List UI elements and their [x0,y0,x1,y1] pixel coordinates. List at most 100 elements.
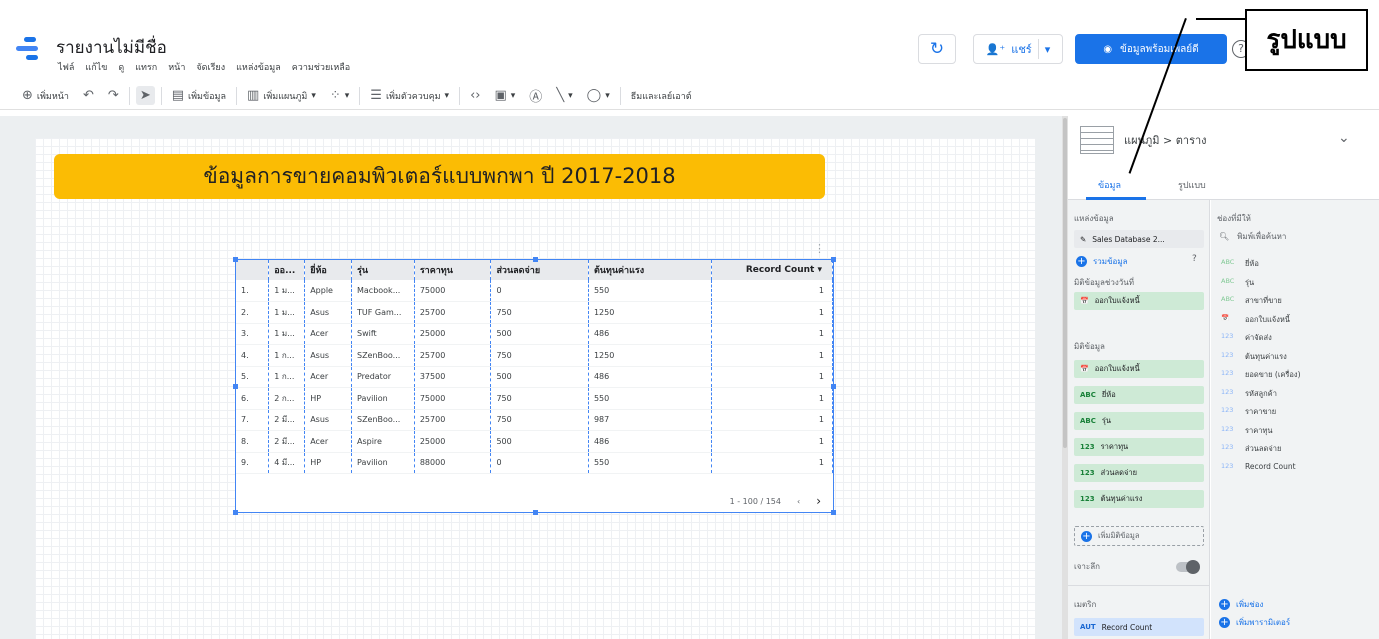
available-field[interactable]: 📅 ออกใบแจ้งหนี้ [1221,314,1290,326]
community-viz-button[interactable]: ⁘ ▾ [326,86,353,105]
table-row[interactable]: 5. 1 ก... Acer Predator 37500 500 486 1 [236,366,833,388]
image-button[interactable]: ▣ ▾ [490,86,519,105]
dimension-chip[interactable]: 123 ราคาทุน [1074,438,1204,456]
blend-data-button[interactable]: + รวมข้อมูล [1076,255,1128,268]
view-button[interactable]: ◉ ข้อมูลพร้อมเพลย์ดี [1075,34,1227,64]
dimension-chip[interactable]: 📅 ออกใบแจ้งหนี้ [1074,360,1204,378]
line-button[interactable]: ╲ ▾ [552,86,576,105]
report-banner[interactable]: ข้อมูลการขายคอมพิวเตอร์แบบพกพา ปี 2017-2… [54,154,825,199]
resize-handle[interactable] [233,510,238,515]
share-label: แชร์ [1011,43,1032,56]
menu-resource[interactable]: แหล่งข้อมูล [236,60,281,74]
available-field[interactable]: 123 รหัสลูกค้า [1221,388,1277,400]
table-cell: 75000 [414,387,492,410]
scrollbar-thumb[interactable] [1063,118,1067,448]
pencil-icon[interactable]: ✎ [1080,235,1086,244]
header-cell[interactable]: ยี่ห้อ [304,260,352,280]
chevron-down-icon[interactable]: ⌄ [1338,130,1350,146]
report-page[interactable]: ข้อมูลการขายคอมพิวเตอร์แบบพกพา ปี 2017-2… [35,138,1035,639]
data-source-chip[interactable]: ✎ Sales Database 2... [1074,230,1204,248]
table-row[interactable]: 6. 2 ก... HP Pavilion 75000 750 550 1 [236,387,833,410]
canvas-area: ข้อมูลการขายคอมพิวเตอร์แบบพกพา ปี 2017-2… [0,116,1062,639]
available-field[interactable]: ABC สาขาที่ขาย [1221,295,1282,307]
report-title[interactable]: รายงานไม่มีชื่อ [56,34,167,61]
available-field[interactable]: 123 ราคาทุน [1221,425,1273,437]
available-field[interactable]: ABC ยี่ห้อ [1221,258,1259,270]
help-icon[interactable]: ? [1192,254,1197,264]
date-range-chip[interactable]: 📅 ออกใบแจ้งหนี้ [1074,292,1204,310]
header-cell-record-count[interactable]: Record Count ▾ [711,260,833,280]
add-page-button[interactable]: ⊕ เพิ่มหน้า [18,86,73,105]
refresh-button[interactable]: ↻ [918,34,956,64]
menu-view[interactable]: ดู [118,60,124,74]
theme-layout-button[interactable]: ธีมและเลย์เอาต์ [627,87,696,105]
drilldown-toggle[interactable] [1176,560,1200,574]
menu-edit[interactable]: แก้ไข [85,60,107,74]
table-row[interactable]: 9. 4 มี... HP Pavilion 88000 0 550 1 [236,452,833,474]
available-field[interactable]: ABC รุ่น [1221,277,1254,289]
dimension-chip[interactable]: ABC รุ่น [1074,412,1204,430]
table-row[interactable]: 8. 2 มี... Acer Aspire 25000 500 486 1 [236,430,833,453]
toolbar-divider [459,86,461,105]
add-field-button[interactable]: + เพิ่มช่อง [1219,598,1263,611]
menu-help[interactable]: ความช่วยเหลือ [292,60,350,74]
tab-style[interactable]: รูปแบบ [1178,178,1206,192]
table-row[interactable]: 3. 1 ม... Acer Swift 25000 500 486 1 [236,323,833,345]
add-chart-button[interactable]: ▥ เพิ่มแผนภูมิ ▾ [243,86,320,105]
tab-data[interactable]: ข้อมูล [1098,178,1121,192]
menu-insert[interactable]: แทรก [135,60,157,74]
table-cell: 750 [490,344,589,367]
table-row[interactable]: 4. 1 ก... Asus SZenBoo... 25700 750 1250 1 [236,344,833,367]
share-button[interactable]: 👤⁺ แชร์ ▾ [973,34,1063,64]
available-field[interactable]: 123 ราคาขาย [1221,406,1276,418]
resize-handle[interactable] [831,510,836,515]
dimension-chip[interactable]: 123 ต้นทุนค่าแรง [1074,490,1204,508]
resize-handle[interactable] [233,257,238,262]
metric-chip[interactable]: AUT Record Count [1074,618,1204,636]
dimension-chip[interactable]: ABC ยี่ห้อ [1074,386,1204,404]
table-cell: 0 [490,452,589,474]
header-cell[interactable]: ออ... [268,260,306,280]
menu-file[interactable]: ไฟล์ [58,60,74,74]
add-control-button[interactable]: ☰ เพิ่มตัวควบคุม ▾ [366,86,453,105]
available-field[interactable]: 123 ส่วนลดจ่าย [1221,443,1281,455]
add-parameter-button[interactable]: + เพิ่มพารามิเตอร์ [1219,616,1290,629]
date-range-value: ออกใบแจ้งหนี้ [1094,296,1140,305]
available-field[interactable]: 123 Record Count [1221,462,1296,471]
add-data-button[interactable]: ▤ เพิ่มข้อมูล [168,86,230,105]
data-table[interactable]: ⋮ ออ... ยี่ห้อ รุ่น ราคาทุน ส่วนลดจ่าย ต… [233,242,836,515]
available-field[interactable]: 123 ค่าจัดส่ง [1221,332,1272,344]
table-row[interactable]: 2. 1 ม... Asus TUF Gam... 25700 750 1250 1 [236,301,833,324]
table-cell: 500 [490,323,589,345]
header-cell[interactable]: ส่วนลดจ่าย [490,260,589,280]
table-row[interactable]: 7. 2 มี... Asus SZenBoo... 25700 750 987 1 [236,409,833,431]
embed-button[interactable]: ‹› [466,86,484,105]
header-cell[interactable]: รุ่น [351,260,415,280]
resize-handle[interactable] [233,384,238,389]
resize-handle[interactable] [533,510,538,515]
add-dimension-button[interactable]: + เพิ่มมิติข้อมูล [1074,526,1204,546]
menu-arrange[interactable]: จัดเรียง [196,60,225,74]
table-cell: SZenBoo... [351,344,415,367]
undo-button[interactable]: ↶ [79,86,98,105]
resize-handle[interactable] [831,257,836,262]
more-vert-icon[interactable]: ⋮ [814,242,825,255]
chevron-right-icon[interactable]: › [816,494,821,508]
available-field[interactable]: 123 ยอดขาย (เครื่อง) [1221,369,1301,381]
chevron-left-icon[interactable]: ‹ [797,497,800,506]
menu-page[interactable]: หน้า [168,60,185,74]
header-cell[interactable]: ราคาทุน [414,260,492,280]
shape-button[interactable]: ◯ ▾ [583,86,614,105]
table-row[interactable]: 1. 1 ม... Apple Macbook... 75000 0 550 1 [236,280,833,302]
available-field[interactable]: 123 ต้นทุนค่าแรง [1221,351,1287,363]
select-tool-button[interactable]: ➤ [135,86,155,105]
header-cell[interactable]: ต้นทุนค่าแรง [588,260,713,280]
chevron-down-icon[interactable]: ▾ [1045,43,1051,56]
resize-handle[interactable] [533,257,538,262]
looker-studio-logo-icon[interactable] [16,34,46,64]
resize-handle[interactable] [831,384,836,389]
redo-button[interactable]: ↷ [104,86,123,105]
field-search[interactable]: 🔍︎ พิมพ์เพื่อค้นหา [1219,230,1286,243]
text-button[interactable]: Ⓐ [525,84,546,107]
dimension-chip[interactable]: 123 ส่วนลดจ่าย [1074,464,1204,482]
